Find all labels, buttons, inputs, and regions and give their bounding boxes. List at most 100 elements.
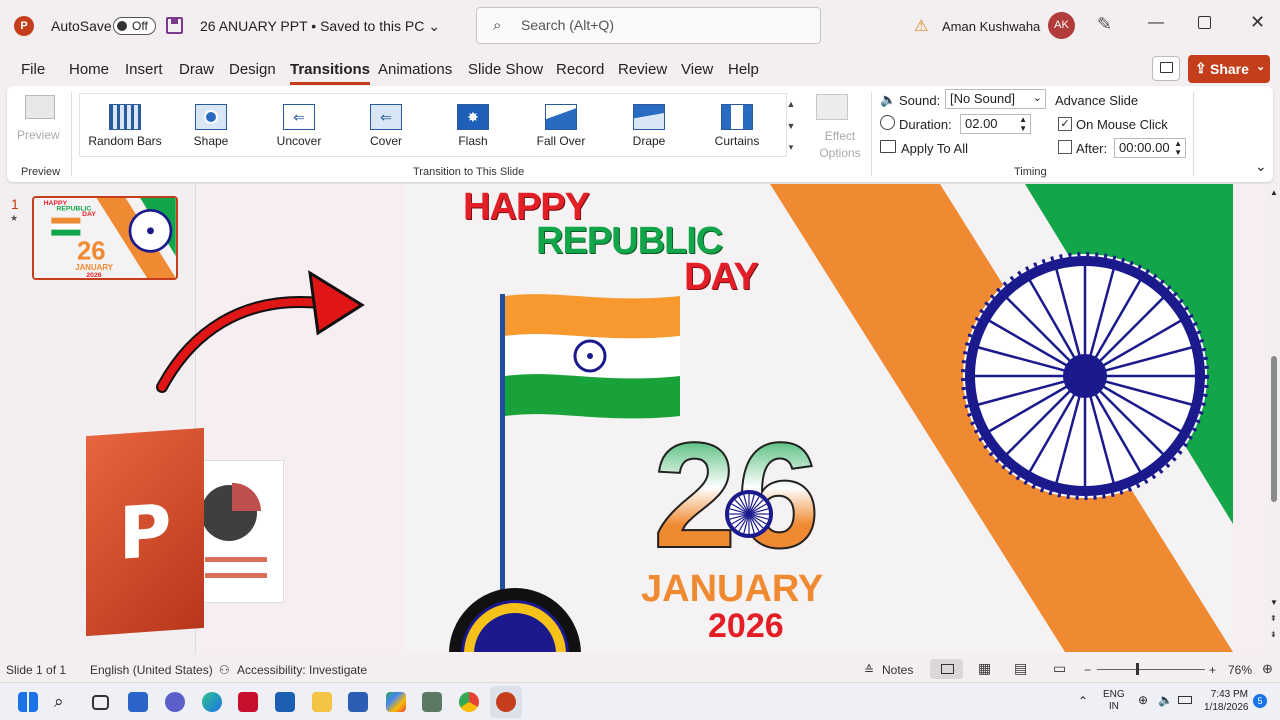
powerpoint-big-logo-icon: P — [86, 427, 286, 637]
curtains-icon — [721, 104, 753, 130]
chevron-up-icon[interactable]: ⌃ — [1078, 694, 1088, 708]
divider — [71, 92, 72, 176]
apply-to-all-button[interactable]: Apply To All — [901, 141, 968, 156]
vertical-scrollbar[interactable]: ▲ ▼ ⇞ ⇟ — [1268, 184, 1280, 654]
transition-random-bars[interactable]: Random Bars — [82, 94, 168, 156]
file-explorer-icon[interactable] — [312, 692, 332, 712]
scroll-down-icon[interactable]: ▼ — [1270, 598, 1278, 607]
notes-button[interactable]: Notes — [882, 663, 913, 677]
document-title[interactable]: 26 ANUARY PPT • Saved to this PC ⌄ — [200, 18, 440, 35]
menu-transitions[interactable]: Transitions — [290, 61, 371, 85]
notification-badge[interactable]: 5 — [1253, 694, 1267, 708]
menu-draw[interactable]: Draw — [179, 61, 214, 78]
transition-shape[interactable]: Shape — [168, 94, 254, 156]
app-icon[interactable] — [422, 692, 442, 712]
duration-field[interactable]: 02.00 ▲ ▼ — [960, 114, 1031, 134]
duration-label: Duration: — [899, 117, 952, 132]
fit-to-window-icon[interactable]: ⊕ — [1262, 661, 1273, 677]
search-icon[interactable]: ⌕ — [54, 692, 74, 712]
flash-icon: ✸ — [457, 104, 489, 130]
battery-icon[interactable] — [1178, 696, 1192, 704]
reading-view-icon[interactable]: ▤ — [1014, 660, 1027, 677]
prev-slide-icon[interactable]: ⇞ — [1270, 614, 1277, 623]
on-mouse-click-checkbox[interactable]: ✓ — [1058, 117, 1072, 131]
windows-start-icon[interactable] — [18, 692, 38, 712]
zoom-slider[interactable] — [1097, 669, 1205, 670]
minimize-icon[interactable]: — — [1148, 14, 1164, 32]
play-store-icon[interactable] — [386, 692, 406, 712]
accessibility-status[interactable]: Accessibility: Investigate — [237, 663, 367, 677]
menu-record[interactable]: Record — [556, 61, 604, 78]
teams-icon[interactable] — [165, 692, 185, 712]
clock[interactable]: 7:43 PM 1/18/2026 — [1204, 688, 1249, 714]
menu-help[interactable]: Help — [728, 61, 759, 78]
task-view-icon[interactable] — [92, 695, 109, 710]
menu-design[interactable]: Design — [229, 61, 276, 78]
preview-button[interactable]: Preview — [17, 92, 65, 148]
slide[interactable]: HAPPY REPUBLIC DAY 26 JANUARY 2026 — [405, 184, 1233, 652]
mcafee-icon[interactable] — [238, 692, 258, 712]
spinner-icon[interactable]: ▲ ▼ — [1174, 139, 1182, 157]
gallery-up-icon[interactable]: ▲ — [783, 94, 799, 114]
spinner-icon[interactable]: ▲ ▼ — [1019, 115, 1027, 133]
menu-home[interactable]: Home — [69, 61, 109, 78]
avatar[interactable]: AK — [1048, 12, 1075, 39]
gallery-down-icon[interactable]: ▼ — [783, 116, 799, 136]
store-icon[interactable] — [275, 692, 295, 712]
slide-show-icon[interactable]: ▭ — [1053, 660, 1066, 677]
red-arrow-icon — [156, 270, 365, 393]
zoom-slider-thumb[interactable] — [1136, 663, 1139, 675]
app-icon[interactable] — [348, 692, 368, 712]
powerpoint-taskbar-icon[interactable] — [496, 692, 516, 712]
slide-year[interactable]: 2026 — [708, 607, 784, 646]
widgets-icon[interactable] — [128, 692, 148, 712]
comment-button[interactable] — [1152, 56, 1180, 81]
after-field[interactable]: 00:00.00 ▲ ▼ — [1114, 138, 1186, 158]
effect-options-button[interactable]: Effect Options — [803, 92, 863, 162]
zoom-in-icon[interactable]: + — [1209, 663, 1216, 677]
gallery-more-icon[interactable]: ▾ — [783, 137, 799, 157]
language-status[interactable]: English (United States) — [90, 663, 213, 677]
transition-cover[interactable]: ⇐ Cover — [343, 94, 429, 156]
chakra-icon — [725, 490, 773, 538]
transition-drape[interactable]: Drape — [606, 94, 692, 156]
warning-icon[interactable]: ⚠ — [914, 16, 928, 36]
volume-icon[interactable]: 🔈 — [1158, 693, 1173, 707]
slide-sorter-icon[interactable]: ▦ — [978, 660, 991, 677]
menu-review[interactable]: Review — [618, 61, 667, 78]
autosave-toggle[interactable]: Off — [113, 17, 156, 35]
slide-month[interactable]: JANUARY — [641, 568, 823, 611]
zoom-out-icon[interactable]: − — [1084, 663, 1091, 677]
transition-flash[interactable]: ✸ Flash — [430, 94, 516, 156]
slide-title-day[interactable]: DAY — [684, 256, 759, 299]
network-icon[interactable]: ⊕ — [1138, 693, 1148, 707]
menu-file[interactable]: File — [21, 61, 45, 78]
sound-dropdown[interactable]: [No Sound] ⌄ — [945, 89, 1046, 109]
zoom-level[interactable]: 76% — [1228, 663, 1252, 677]
close-icon[interactable]: ✕ — [1250, 12, 1265, 33]
menu-insert[interactable]: Insert — [125, 61, 163, 78]
scroll-thumb[interactable] — [1271, 356, 1277, 502]
scroll-up-icon[interactable]: ▲ — [1270, 188, 1278, 197]
after-checkbox[interactable] — [1058, 140, 1072, 154]
menu-slide-show[interactable]: Slide Show — [468, 61, 543, 78]
search-box[interactable]: ⌕ Search (Alt+Q) — [476, 7, 821, 44]
slide-number: 1 — [11, 196, 19, 212]
transition-curtains[interactable]: Curtains — [694, 94, 780, 156]
share-button[interactable]: ⇪ Share ⌄ — [1188, 55, 1270, 83]
user-name[interactable]: Aman Kushwaha — [942, 19, 1040, 34]
menu-animations[interactable]: Animations — [378, 61, 452, 78]
accessibility-icon: ⚇ — [219, 663, 230, 677]
menu-view[interactable]: View — [681, 61, 713, 78]
chrome-icon[interactable] — [459, 692, 479, 712]
restore-icon[interactable] — [1198, 16, 1211, 29]
pen-icon[interactable]: ✎ — [1097, 14, 1112, 35]
language-indicator[interactable]: ENG IN — [1103, 689, 1125, 713]
transition-uncover[interactable]: ⇐ Uncover — [256, 94, 342, 156]
edge-icon[interactable] — [202, 692, 222, 712]
collapse-ribbon-icon[interactable]: ⌄ — [1255, 158, 1267, 175]
next-slide-icon[interactable]: ⇟ — [1270, 630, 1277, 639]
save-icon[interactable] — [166, 17, 183, 34]
transition-fall-over[interactable]: Fall Over — [518, 94, 604, 156]
chevron-down-icon: ⌄ — [1256, 61, 1266, 73]
